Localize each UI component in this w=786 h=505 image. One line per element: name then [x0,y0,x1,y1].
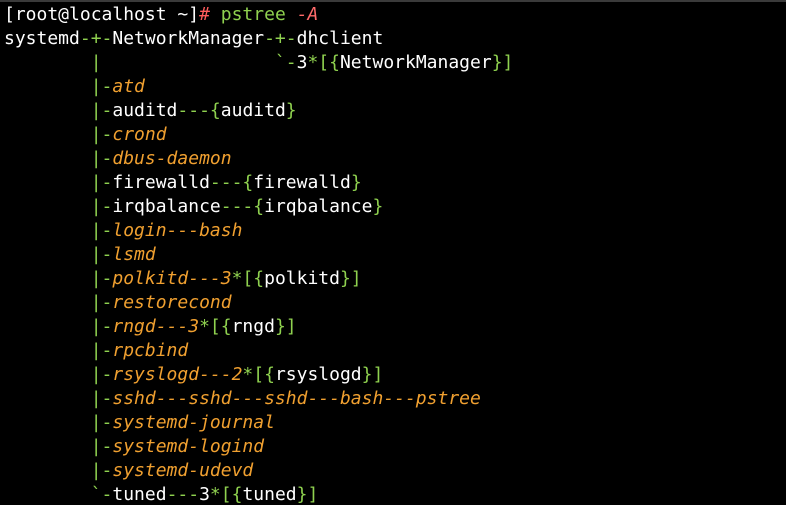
text-segment: auditd [112,100,178,121]
text-segment: *[{ [199,316,232,337]
text-segment: |- [4,316,113,337]
output-line: |-login---bash [4,219,786,243]
text-segment: irqbalance [264,196,373,217]
top-border [0,0,786,2]
text-segment: |- [4,268,113,289]
text-segment: } [372,196,384,217]
text-segment: -+- [79,28,113,49]
output-line: | `-3*[{NetworkManager}] [4,51,786,75]
terminal-output: [root@localhost ~]# pstree -A systemd-+-N… [4,3,786,505]
text-segment: NetworkManager [339,52,492,73]
text-segment: auditd [220,100,286,121]
text-segment: rsyslogd [274,364,362,385]
text-segment: firewalld [112,172,210,193]
output-line: |-rngd---3*[{rngd}] [4,315,786,339]
terminal-window[interactable]: [root@localhost ~]# pstree -A systemd-+-N… [0,0,786,505]
output-line: |-rsyslogd---2*[{rsyslogd}] [4,363,786,387]
text-segment: }] [491,52,514,73]
output-line: |-rpcbind [4,339,786,363]
text-segment: -A [296,4,319,25]
text-segment: |- [4,364,113,385]
text-segment: |- [4,172,113,193]
output-line: |-dbus-daemon [4,147,786,171]
text-segment: rngd [231,316,275,337]
text-segment: rpcbind [112,340,189,361]
text-segment: -+- [264,28,297,49]
text-segment: login---bash [112,220,243,241]
text-segment: *[{ [242,364,275,385]
text-segment: lsmd [112,244,156,265]
text-segment: |- [4,148,113,169]
text-segment: |- [4,460,113,481]
output-line: |-irqbalance---{irqbalance} [4,195,786,219]
text-segment: # [199,4,210,25]
text-segment: --- [166,484,200,505]
text-segment: } [350,172,362,193]
text-segment: }] [339,268,362,289]
prompt-line: [root@localhost ~]# pstree -A [4,3,786,27]
text-segment: |- [4,220,113,241]
text-segment: } [285,100,297,121]
output-line: |-systemd-journal [4,411,786,435]
text-segment: }] [274,316,297,337]
text-segment: |- [4,76,113,97]
output-line: |-crond [4,123,786,147]
text-segment: | `- [4,52,297,73]
text-segment: rsyslogd---2 [112,364,243,385]
text-segment: ---{ [177,100,221,121]
text-segment: |- [4,340,113,361]
text-segment: firewalld [253,172,351,193]
text-segment: sshd---sshd---sshd---bash---pstree [112,388,481,409]
text-segment: systemd-journal [112,412,275,433]
text-segment: NetworkManager [112,28,265,49]
text-segment: |- [4,388,113,409]
output-line: |-atd [4,75,786,99]
text-segment: *[{ [307,52,340,73]
text-segment: 3 [296,52,308,73]
text-segment: [root@localhost ~] [4,4,200,25]
text-segment: *[{ [209,484,243,505]
text-segment: polkitd---3 [112,268,232,289]
output-line: |-firewalld---{firewalld} [4,171,786,195]
output-line: |-polkitd---3*[{polkitd}] [4,267,786,291]
text-segment: atd [112,76,145,97]
text-segment: ---{ [209,172,254,193]
text-segment: *[{ [231,268,265,289]
text-segment: `- [4,484,113,505]
text-segment: |- [4,292,113,313]
output-line: |-lsmd [4,243,786,267]
text-segment: }] [296,484,319,505]
text-segment: ---{ [220,196,265,217]
text-segment: |- [4,100,113,121]
text-segment: |- [4,124,113,145]
output-line: |-auditd---{auditd} [4,99,786,123]
text-segment: dhclient [296,28,384,49]
text-segment: restorecond [112,292,232,313]
text-segment: 3 [199,484,210,505]
output-line: |-systemd-logind [4,435,786,459]
text-segment: tuned [242,484,297,505]
text-segment: polkitd [264,268,340,289]
text-segment: |- [4,412,113,433]
text-segment: |- [4,244,113,265]
output-line: systemd-+-NetworkManager-+-dhclient [4,27,786,51]
output-line: `-tuned---3*[{tuned}] [4,483,786,505]
text-segment: crond [112,124,167,145]
text-segment: rngd---3 [112,316,200,337]
text-segment: systemd [4,28,80,49]
text-segment: pstree [209,4,297,25]
text-segment: systemd-logind [112,436,265,457]
text-segment: |- [4,436,113,457]
output-line: |-systemd-udevd [4,459,786,483]
text-segment: tuned [112,484,167,505]
text-segment: systemd-udevd [112,460,254,481]
text-segment: irqbalance [112,196,221,217]
text-segment: }] [361,364,384,385]
text-segment: |- [4,196,113,217]
output-line: |-restorecond [4,291,786,315]
output-line: |-sshd---sshd---sshd---bash---pstree [4,387,786,411]
text-segment: dbus-daemon [112,148,232,169]
